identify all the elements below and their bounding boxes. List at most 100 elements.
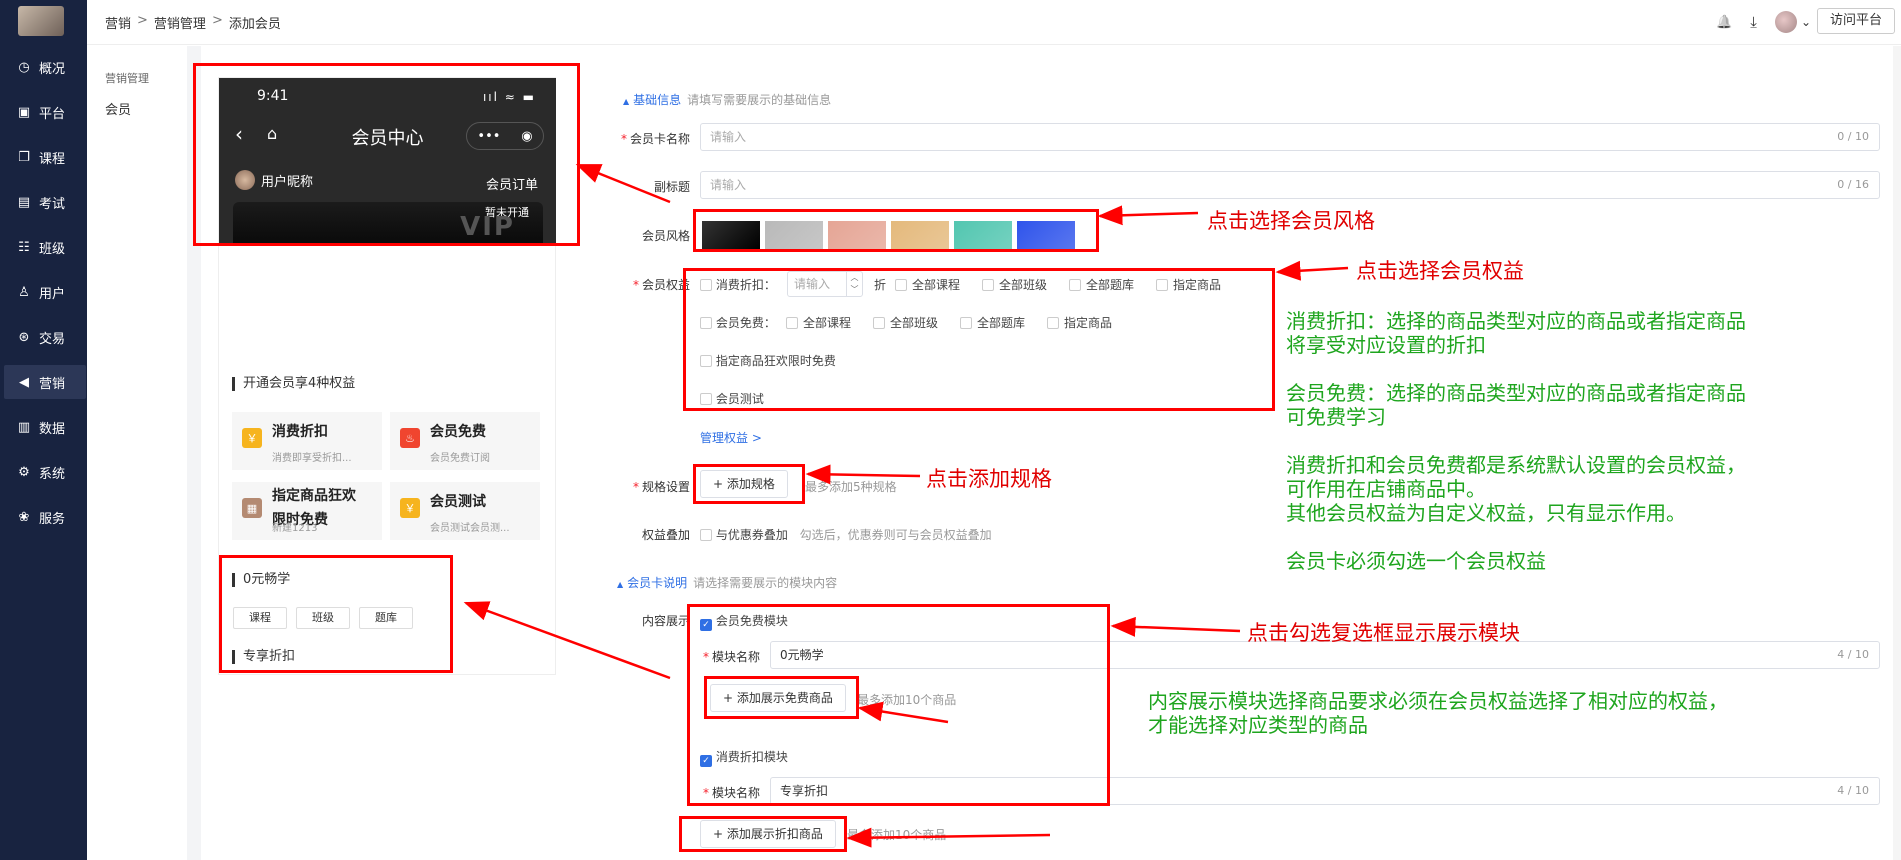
bell-icon[interactable]: 🔔 (1716, 15, 1732, 30)
annotation-module: 点击勾选复选框显示展示模块 (1247, 621, 1520, 645)
sidebar-item-5[interactable]: ♙ 用户 (4, 275, 86, 309)
add-free-products-button[interactable]: + 添加展示免费商品 (710, 684, 846, 712)
style-swatch[interactable] (702, 221, 760, 249)
benefit-title: 消费折扣 (272, 424, 328, 440)
style-swatch[interactable] (1017, 221, 1075, 249)
book-icon: ❐ (18, 149, 30, 165)
sidebar-item-0[interactable]: ◷ 概况 (4, 50, 86, 84)
sidebar-item-label: 服务 (39, 511, 66, 527)
checkbox[interactable] (1047, 317, 1060, 329)
sidebar-item-8[interactable]: ▥ 数据 (4, 410, 86, 444)
sidebar-item-label: 概况 (39, 61, 66, 77)
stack-coupon-option[interactable]: 与优惠券叠加 勾选后，优惠券则可与会员权益叠加 (700, 526, 992, 543)
right-test[interactable]: 会员测试 (700, 390, 764, 407)
spec-label: * 规格设置 (632, 480, 690, 494)
chip-class[interactable]: 班级 (296, 607, 350, 629)
module-discount-name-input[interactable]: 专享折扣 4 / 10 (770, 777, 1880, 805)
subtitle-input[interactable]: 请输入 0 / 16 (700, 171, 1880, 199)
breadcrumb-item[interactable]: 营销管理 (154, 13, 206, 32)
module-title-free: 0元畅学 (232, 573, 290, 587)
input-value: 0元畅学 (780, 648, 824, 662)
download-icon[interactable]: ⤓ (1750, 13, 1757, 31)
visit-platform-button[interactable]: 访问平台 (1816, 8, 1895, 34)
style-swatch[interactable] (954, 221, 1012, 249)
capsule-menu[interactable]: ••• ◉ (466, 122, 544, 150)
annotation-default-rights-note: 消费折扣和会员免费都是系统默认设置的会员权益， 可作用在店铺商品中。 其他会员权… (1286, 453, 1746, 525)
sidebar-item-4[interactable]: ☷ 班级 (4, 230, 86, 264)
checkbox-option[interactable]: 指定商品 (1156, 278, 1221, 292)
annotation-discount-note: 消费折扣：选择的商品类型对应的商品或者指定商品 将享受对应设置的折扣 (1286, 309, 1746, 357)
sidebar-item-label: 数据 (39, 421, 66, 437)
sidebar-item-3[interactable]: ▤ 考试 (4, 185, 86, 219)
free-right[interactable]: 会员免费： (700, 314, 776, 331)
module-discount-toggle[interactable]: ✓ 消费折扣模块 (700, 748, 788, 767)
member-order-link[interactable]: 会员订单 (486, 174, 538, 193)
right-limited-free[interactable]: 指定商品狂欢限时免费 (700, 352, 836, 369)
checkbox[interactable] (1156, 279, 1169, 291)
sidebar-item-label: 考试 (39, 196, 66, 212)
right-label: 指定商品狂欢限时免费 (715, 354, 836, 368)
style-swatch[interactable] (828, 221, 886, 249)
trade-icon: ⊛ (18, 329, 30, 345)
sidebar-item-9[interactable]: ⚙ 系统 (4, 455, 86, 489)
card-name-input[interactable]: 请输入 0 / 10 (700, 123, 1880, 151)
add-discount-products-button[interactable]: + 添加展示折扣商品 (700, 820, 836, 848)
checkbox-checked[interactable]: ✓ (700, 755, 712, 767)
discount-right[interactable]: 消费折扣： (700, 276, 776, 293)
submenu-item-member[interactable]: 会员 (105, 99, 131, 118)
username: 用户昵称 (261, 174, 314, 190)
benefit-card[interactable]: ♨ 会员免费 会员免费订阅 (390, 412, 540, 470)
checkbox[interactable] (700, 355, 712, 367)
sidebar-item-2[interactable]: ❐ 课程 (4, 140, 86, 174)
checkbox[interactable] (982, 279, 995, 291)
checkbox-option[interactable]: 全部班级 (982, 278, 1047, 292)
chip-course[interactable]: 课程 (233, 607, 287, 629)
scrollbar[interactable] (1893, 46, 1901, 860)
user-menu[interactable]: ⌄ (1774, 11, 1811, 33)
option-label: 指定商品 (1173, 278, 1222, 292)
sidebar-item-1[interactable]: ▣ 平台 (4, 95, 86, 129)
add-spec-button[interactable]: + 添加规格 (700, 470, 788, 498)
discount-stepper[interactable]: 请输入 ︿ ﹀ (787, 271, 863, 297)
checkbox-option[interactable]: 全部题库 (1069, 278, 1134, 292)
sidebar-item-6[interactable]: ⊛ 交易 (4, 320, 86, 354)
breadcrumb-item[interactable]: 营销 (105, 13, 131, 32)
checkbox-option[interactable]: 全部课程 (786, 316, 851, 330)
more-icon[interactable]: ••• (477, 129, 500, 144)
checkbox[interactable] (786, 317, 798, 329)
secondary-menu (87, 46, 187, 860)
checkbox-option[interactable]: 全部题库 (960, 316, 1025, 330)
card-desc-section[interactable]: ▲ 会员卡说明 请选择需要展示的模块内容 (617, 574, 837, 591)
sidebar-item-7[interactable]: ◀ 营销 (4, 365, 86, 399)
benefit-card[interactable]: ▦ 指定商品狂欢限时免费 新建1213 (232, 482, 382, 540)
sidebar-item-10[interactable]: ❀ 服务 (4, 500, 86, 534)
basic-info-section[interactable]: ▲ 基础信息 请填写需要展示的基础信息 (623, 91, 831, 108)
checkbox-option[interactable]: 全部课程 (895, 278, 960, 292)
checkbox-option[interactable]: 全部班级 (873, 316, 938, 330)
record-icon[interactable]: ◉ (521, 129, 532, 144)
checkbox[interactable] (895, 279, 907, 291)
checkbox[interactable] (1069, 279, 1082, 291)
style-swatch[interactable] (891, 221, 949, 249)
phone-header: 9:41 ııl ≈ ▬ ‹ ⌂ 会员中心 ••• ◉ 用户昵称 会员订单 暂未… (219, 78, 556, 244)
option-label: 指定商品 (1064, 316, 1113, 330)
sidebar-item-label: 课程 (39, 151, 66, 167)
checkbox-option[interactable]: 指定商品 (1047, 316, 1112, 330)
checkbox[interactable] (700, 279, 712, 291)
style-swatch[interactable] (765, 221, 823, 249)
checkbox-checked[interactable]: ✓ (700, 619, 712, 631)
checkbox[interactable] (700, 393, 712, 405)
chip-question-bank[interactable]: 题库 (359, 607, 413, 629)
logo[interactable] (18, 6, 64, 36)
name-label: * 会员卡名称 (620, 132, 690, 146)
megaphone-icon: ◀ (19, 374, 29, 390)
stepper-arrows-icon[interactable]: ︿ ﹀ (846, 272, 862, 296)
checkbox[interactable] (873, 317, 886, 329)
manage-rights-link[interactable]: 管理权益 > (700, 429, 762, 446)
benefit-card[interactable]: ￥ 消费折扣 消费即享受折扣... (232, 412, 382, 470)
checkbox[interactable] (700, 317, 712, 329)
module-free-toggle[interactable]: ✓ 会员免费模块 (700, 612, 788, 631)
checkbox[interactable] (960, 317, 973, 329)
benefit-card[interactable]: ￥ 会员测试 会员测试会员测... (390, 482, 540, 540)
checkbox[interactable] (700, 529, 712, 541)
